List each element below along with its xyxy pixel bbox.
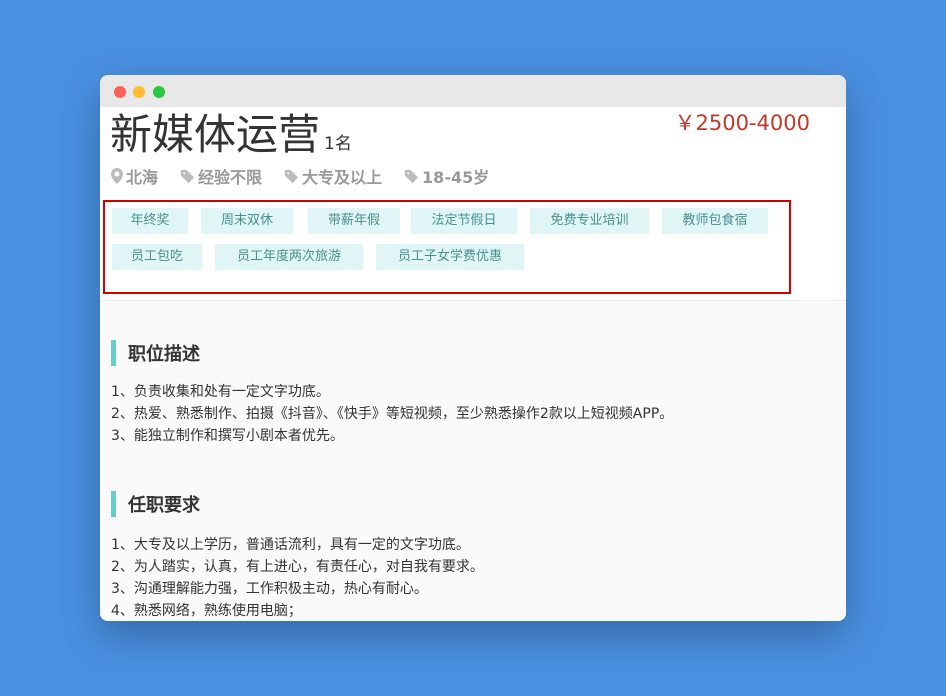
benefit-tag: 带薪年假 [308, 208, 400, 234]
job-header: 新媒体运营 1名 ￥2500-4000 北海 经验不限 大专及以上 18-45岁… [100, 107, 846, 301]
requirements-heading: 任职要求 [111, 491, 200, 517]
benefit-tag: 年终奖 [112, 208, 188, 234]
benefit-tag: 周末双休 [201, 208, 293, 234]
browser-window: 新媒体运营 1名 ￥2500-4000 北海 经验不限 大专及以上 18-45岁… [100, 75, 846, 621]
benefit-tag: 法定节假日 [411, 208, 517, 234]
tag-icon [180, 169, 195, 183]
meta-education: 大专及以上 [284, 164, 382, 188]
description-line: 3、能独立制作和撰写小剧本者优先。 [111, 428, 344, 444]
accent-bar [111, 340, 116, 366]
benefit-tag: 免费专业培训 [530, 208, 649, 234]
job-detail-page: 新媒体运营 1名 ￥2500-4000 北海 经验不限 大专及以上 18-45岁… [100, 107, 846, 621]
job-salary: ￥2500-4000 [674, 111, 810, 135]
job-headcount: 1名 [324, 134, 352, 154]
job-title-line: 新媒体运营 1名 [110, 109, 352, 170]
description-line: 1、负责收集和处有一定文字功底。 [111, 384, 330, 400]
description-heading-text: 职位描述 [128, 344, 200, 365]
location-pin-icon [111, 168, 123, 184]
meta-age-text: 18-45岁 [422, 168, 490, 187]
meta-location: 北海 [111, 164, 158, 188]
description-heading: 职位描述 [111, 340, 200, 366]
requirement-line: 3、沟通理解能力强，工作积极主动，热心有耐心。 [111, 581, 428, 597]
meta-age: 18-45岁 [404, 164, 489, 188]
tag-icon [404, 169, 419, 183]
meta-experience: 经验不限 [180, 164, 262, 188]
close-window-button[interactable] [114, 86, 126, 98]
accent-bar [111, 491, 116, 517]
requirements-heading-text: 任职要求 [128, 495, 200, 516]
requirement-line: 2、为人踏实，认真，有上进心，有责任心，对自我有要求。 [111, 559, 484, 575]
minimize-window-button[interactable] [133, 86, 145, 98]
description-line: 2、热爱、熟悉制作、拍摄《抖音》、《快手》等短视频，至少熟悉操作2款以上短视频A… [111, 406, 674, 422]
benefit-tag: 员工年度两次旅游 [215, 244, 363, 270]
requirement-line: 1、大专及以上学历，普通话流利，具有一定的文字功底。 [111, 537, 470, 553]
window-titlebar [100, 75, 846, 107]
job-body: 职位描述 1、负责收集和处有一定文字功底。 2、热爱、熟悉制作、拍摄《抖音》、《… [100, 301, 846, 621]
benefit-tag: 员工包吃 [112, 244, 202, 270]
benefits-tag-list: 年终奖 周末双休 带薪年假 法定节假日 免费专业培训 教师包食宿 员工包吃 员工… [103, 200, 791, 294]
maximize-window-button[interactable] [153, 86, 165, 98]
meta-experience-text: 经验不限 [198, 168, 263, 187]
tag-icon [284, 169, 299, 183]
job-meta-row: 北海 经验不限 大专及以上 18-45岁 [111, 164, 511, 188]
meta-education-text: 大专及以上 [302, 168, 383, 187]
job-title: 新媒体运营 [110, 110, 321, 159]
meta-location-text: 北海 [126, 168, 159, 187]
benefit-tag: 教师包食宿 [662, 208, 768, 234]
benefit-tag: 员工子女学费优惠 [376, 244, 524, 270]
requirement-line: 4、熟悉网络，熟练使用电脑； [111, 603, 302, 619]
